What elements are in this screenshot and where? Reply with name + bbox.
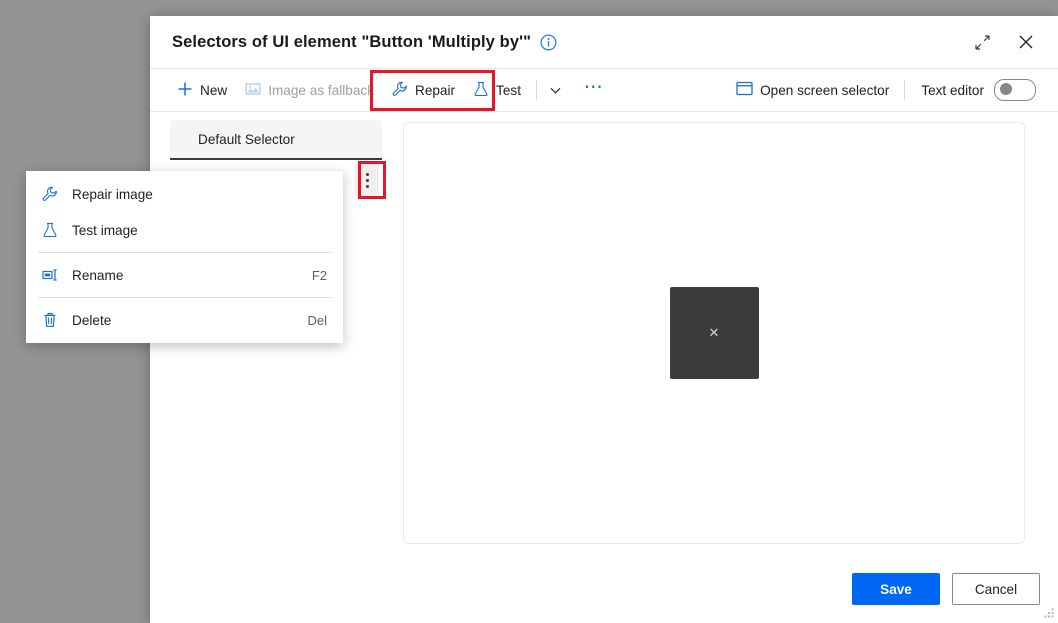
context-menu-item-label: Repair image	[72, 186, 153, 202]
close-icon[interactable]	[1004, 22, 1048, 62]
toggle-knob	[1000, 83, 1012, 95]
toolbar-divider	[535, 80, 537, 100]
broken-image-glyph: ✕	[708, 325, 720, 340]
plus-icon	[177, 81, 193, 100]
test-button[interactable]: Test	[464, 74, 530, 106]
context-menu-separator	[38, 252, 331, 253]
new-button[interactable]: New	[168, 74, 236, 106]
dialog-titlebar: Selectors of UI element "Button 'Multipl…	[150, 16, 1058, 68]
context-menu-item-shortcut: Del	[307, 312, 327, 328]
image-icon	[245, 81, 261, 100]
wrench-icon	[392, 81, 408, 100]
toolbar-divider-right	[904, 80, 906, 100]
window-icon	[736, 81, 753, 99]
context-menu-item-test-image[interactable]: Test image	[26, 212, 343, 248]
context-menu-item-label: Test image	[72, 222, 138, 238]
selector-list-item-label: Default Selector	[198, 131, 295, 147]
repair-button-label: Repair	[415, 82, 456, 98]
text-editor-toggle-group: Text editor	[911, 79, 1040, 101]
context-menu-item-label: Delete	[72, 312, 112, 328]
ellipsis-dot	[365, 172, 369, 176]
context-menu-item-shortcut: F2	[311, 267, 327, 283]
more-vertical-icon[interactable]	[355, 164, 379, 196]
more-horizontal-icon[interactable]: ⋯	[579, 75, 609, 105]
chevron-down-icon[interactable]	[543, 75, 569, 105]
selector-preview-panel: ✕	[403, 122, 1025, 544]
open-screen-selector-label: Open screen selector	[760, 82, 890, 98]
flask-icon	[473, 81, 489, 100]
row-context-menu: Repair image Test image Rename F2 Delete…	[26, 171, 343, 343]
rename-icon	[42, 268, 64, 282]
resize-grip[interactable]	[1041, 606, 1055, 620]
expand-diagonal-icon[interactable]	[960, 22, 1004, 62]
selector-list-item[interactable]: Default Selector	[170, 120, 382, 160]
context-menu-item-rename[interactable]: Rename F2	[26, 257, 343, 293]
context-menu-separator	[38, 297, 331, 298]
repair-button[interactable]: Repair	[383, 74, 464, 106]
context-menu-item-label: Rename	[72, 267, 124, 283]
ellipsis-dot	[365, 184, 369, 188]
cancel-button[interactable]: Cancel	[952, 573, 1040, 605]
broken-image-icon: ✕	[669, 287, 759, 379]
context-menu-item-delete[interactable]: Delete Del	[26, 302, 343, 338]
image-as-fallback-button[interactable]: Image as fallback	[236, 74, 383, 106]
new-button-label: New	[200, 82, 228, 98]
trash-icon	[42, 312, 64, 328]
wrench-icon	[42, 186, 64, 202]
ellipsis-dot	[365, 178, 369, 182]
open-screen-selector-button[interactable]: Open screen selector	[727, 74, 898, 106]
flask-icon	[42, 222, 64, 238]
text-editor-toggle[interactable]	[994, 79, 1036, 101]
test-button-label: Test	[496, 82, 521, 98]
info-circle-icon[interactable]	[540, 33, 557, 51]
dialog-toolbar: New Image as fallback Repair Test ⋯ Open…	[150, 68, 1058, 112]
image-as-fallback-label: Image as fallback	[268, 82, 374, 98]
toolbar-right-group: Open screen selector Text editor	[727, 74, 1040, 106]
save-button[interactable]: Save	[852, 573, 940, 605]
dialog-footer: Save Cancel	[852, 573, 1040, 605]
dialog-title: Selectors of UI element "Button 'Multipl…	[172, 32, 532, 51]
text-editor-label: Text editor	[921, 82, 984, 98]
context-menu-item-repair-image[interactable]: Repair image	[26, 176, 343, 212]
